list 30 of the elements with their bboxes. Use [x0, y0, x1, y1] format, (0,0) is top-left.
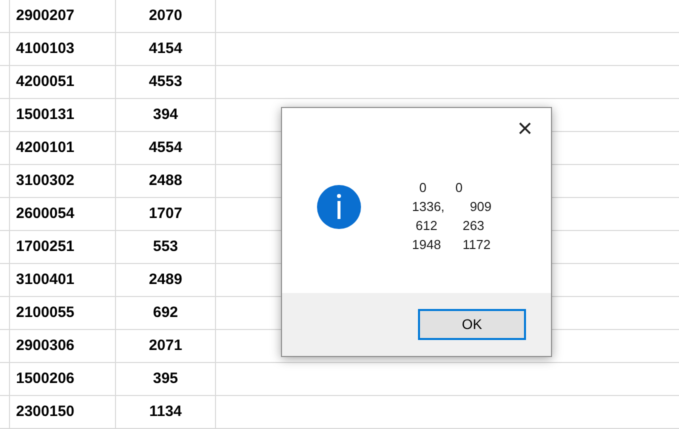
table-cell: 1500131 — [10, 99, 116, 131]
table-cell: 692 — [116, 297, 216, 329]
table-cell: 4200101 — [10, 132, 116, 164]
table-cell: 3100302 — [10, 165, 116, 197]
table-cell: 553 — [116, 231, 216, 263]
table-cell: 1134 — [116, 396, 216, 428]
table-cell: 4100103 — [10, 33, 116, 65]
table-cell: 3100401 — [10, 264, 116, 296]
table-cell: 1707 — [116, 198, 216, 230]
table-cell: 2600054 — [10, 198, 116, 230]
table-cell: 1500206 — [10, 363, 116, 395]
table-cell: 2070 — [116, 0, 216, 32]
table-cell: 4200051 — [10, 66, 116, 98]
table-cell: 2900306 — [10, 330, 116, 362]
close-button[interactable]: × — [511, 114, 539, 142]
table-cell: 1700251 — [10, 231, 116, 263]
table-cell: 2488 — [116, 165, 216, 197]
table-cell: 2489 — [116, 264, 216, 296]
info-icon — [316, 184, 362, 230]
table-cell: 2300150 — [10, 396, 116, 428]
table-cell: 394 — [116, 99, 216, 131]
table-cell: 395 — [116, 363, 216, 395]
table-cell: 2100055 — [10, 297, 116, 329]
table-cell: 2071 — [116, 330, 216, 362]
table-cell: 4154 — [116, 33, 216, 65]
message-text: 0 0 1336, 909 612 263 1948 1172 — [412, 179, 492, 254]
table-cell: 4554 — [116, 132, 216, 164]
table-cell: 4553 — [116, 66, 216, 98]
ok-button[interactable]: OK — [418, 309, 526, 340]
table-cell: 2900207 — [10, 0, 116, 32]
